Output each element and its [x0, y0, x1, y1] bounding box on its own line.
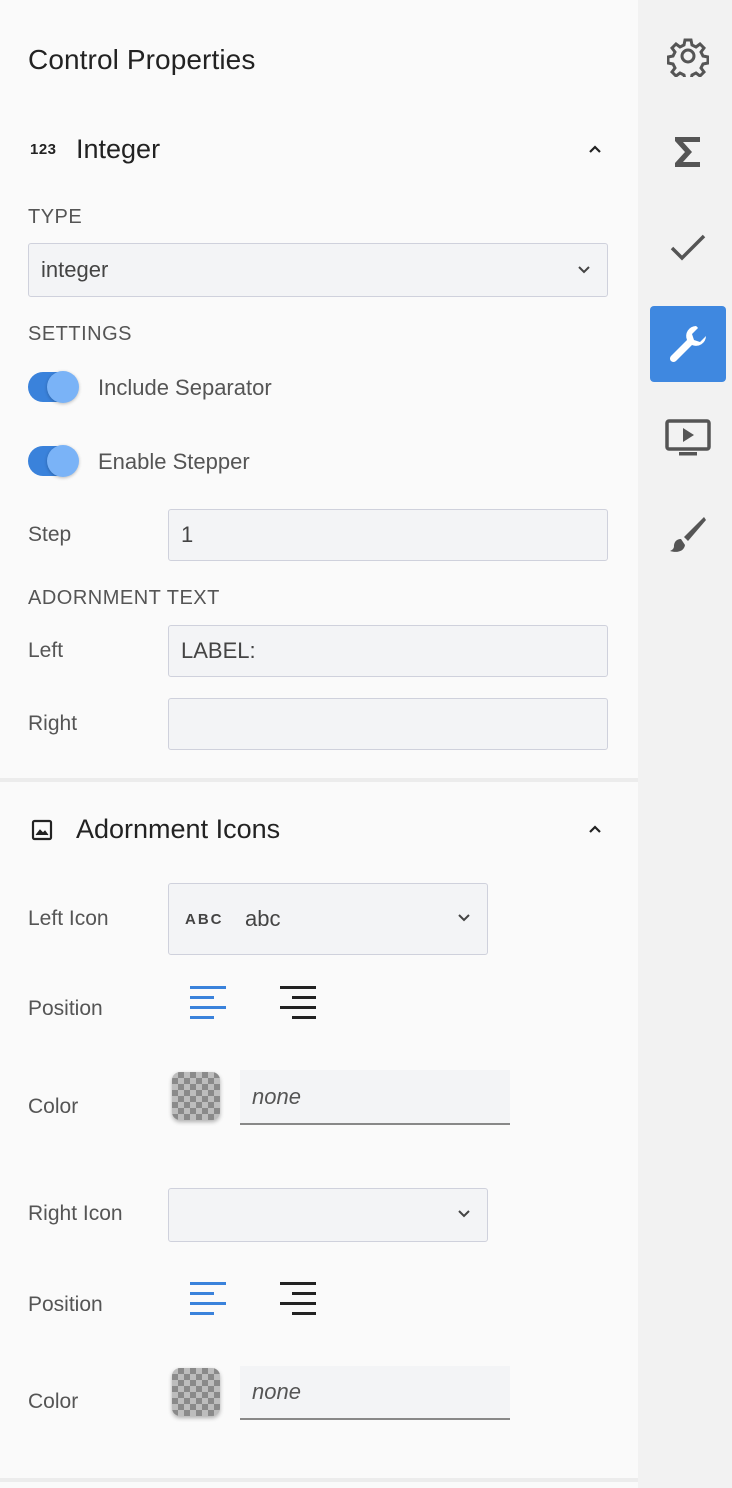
- right-color-swatch[interactable]: [172, 1368, 220, 1416]
- right-text-input[interactable]: [168, 698, 608, 750]
- include-separator-toggle[interactable]: [28, 371, 79, 403]
- rail-preview-button[interactable]: [650, 400, 726, 476]
- left-position-label: Position: [28, 997, 103, 1020]
- control-properties-panel: Control Properties 123 Integer TYPE inte…: [0, 0, 638, 1488]
- align-right-icon[interactable]: [280, 1281, 316, 1317]
- image-icon: [31, 819, 53, 841]
- left-icon-select-value: abc: [245, 906, 281, 931]
- integer-section-header[interactable]: 123 Integer: [0, 128, 638, 174]
- rail-validation-button[interactable]: [650, 210, 726, 286]
- left-color-label: Color: [28, 1095, 79, 1118]
- include-separator-label: Include Separator: [98, 375, 272, 400]
- left-icon-label: Left Icon: [28, 907, 109, 930]
- wrench-icon: [669, 326, 706, 363]
- align-right-icon[interactable]: [280, 985, 316, 1021]
- right-position-label: Position: [28, 1293, 103, 1316]
- rail-style-button[interactable]: [650, 496, 726, 572]
- adornment-icons-section-header[interactable]: Adornment Icons: [0, 808, 638, 854]
- chevron-down-icon: [578, 266, 590, 274]
- step-input[interactable]: 1: [168, 509, 608, 561]
- right-color-input[interactable]: none: [240, 1366, 510, 1420]
- sigma-icon: [675, 137, 700, 167]
- chevron-up-icon[interactable]: [588, 824, 602, 834]
- settings-label: SETTINGS: [28, 323, 133, 345]
- gear-icon: [667, 38, 709, 77]
- number-type-icon: 123: [30, 141, 57, 158]
- type-select[interactable]: integer: [28, 243, 608, 297]
- section-divider: [0, 1478, 638, 1482]
- step-label: Step: [28, 523, 72, 546]
- right-text-label: Right: [28, 712, 78, 735]
- align-left-icon[interactable]: [190, 985, 226, 1021]
- abc-icon: ABC: [185, 910, 224, 928]
- integer-section-title: Integer: [76, 134, 161, 164]
- left-color-swatch[interactable]: [172, 1072, 220, 1120]
- left-color-input[interactable]: none: [240, 1070, 510, 1125]
- chevron-down-icon: [458, 1210, 470, 1218]
- check-icon: [670, 234, 706, 261]
- align-left-icon[interactable]: [190, 1281, 226, 1317]
- adornment-icons-section-title: Adornment Icons: [76, 814, 281, 844]
- right-icon-label: Right Icon: [28, 1202, 123, 1225]
- chevron-down-icon: [458, 914, 470, 922]
- section-divider: [0, 778, 638, 782]
- enable-stepper-label: Enable Stepper: [98, 449, 250, 474]
- type-label: TYPE: [28, 206, 83, 228]
- toggle-knob: [47, 445, 79, 477]
- type-select-value: integer: [41, 257, 109, 282]
- page-title: Control Properties: [28, 44, 256, 75]
- right-icon-select[interactable]: [168, 1188, 488, 1242]
- chevron-up-icon[interactable]: [588, 144, 602, 154]
- rail-formula-button[interactable]: [650, 114, 726, 190]
- rail-settings-button[interactable]: [650, 18, 726, 94]
- right-color-label: Color: [28, 1390, 79, 1413]
- left-text-input[interactable]: LABEL:: [168, 625, 608, 677]
- adornment-text-label: ADORNMENT TEXT: [28, 587, 220, 609]
- left-icon-select[interactable]: ABC abc: [168, 883, 488, 955]
- brush-icon: [670, 517, 706, 552]
- enable-stepper-toggle[interactable]: [28, 445, 79, 477]
- left-text-label: Left: [28, 639, 64, 662]
- preview-icon: [665, 419, 711, 456]
- rail-properties-button[interactable]: [650, 306, 726, 382]
- toggle-knob: [47, 371, 79, 403]
